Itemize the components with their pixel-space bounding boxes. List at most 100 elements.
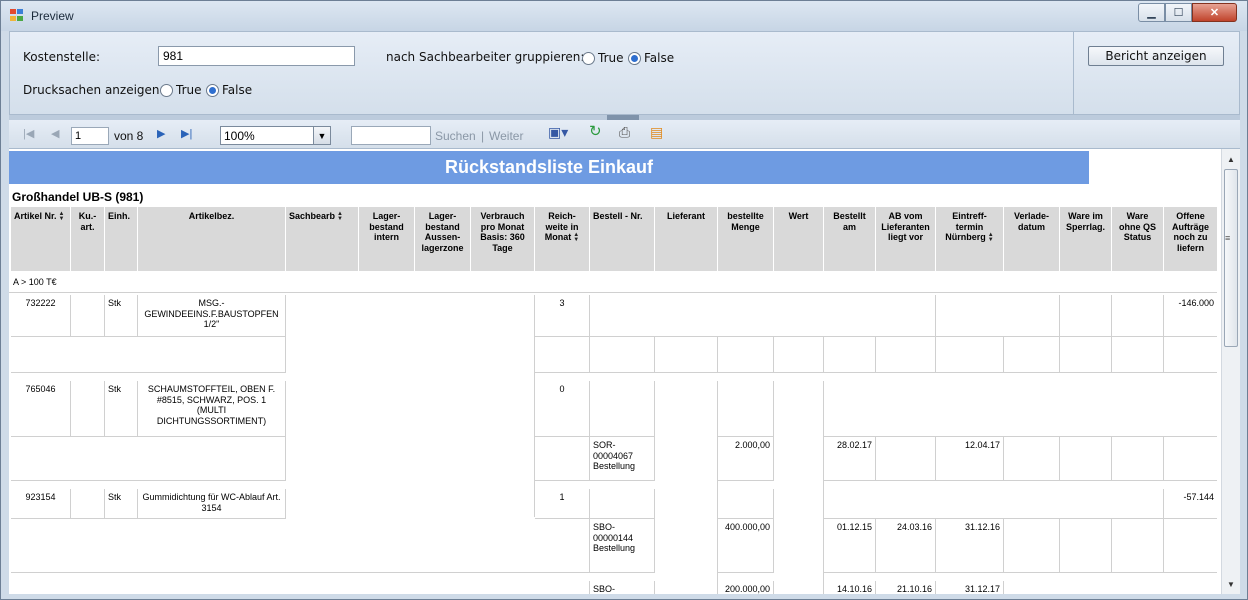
search-link[interactable]: Suchen xyxy=(435,129,476,143)
column-header-lieferant: Lieferant xyxy=(655,207,718,271)
next-match-link[interactable]: Weiter xyxy=(489,129,523,143)
maximize-button[interactable]: ☐ xyxy=(1165,3,1192,22)
zoom-select[interactable]: 100% ▼ xyxy=(220,126,331,145)
table-cell xyxy=(1004,437,1060,481)
column-header-ware-qs: Ware ohne QS Status xyxy=(1112,207,1164,271)
table-cell xyxy=(936,295,1060,337)
report-toolbar: |◀ ◀ von 8 ▶ ▶| 100%▼ Suchen | Weiter ▣▾… xyxy=(9,120,1240,149)
table-cell xyxy=(535,437,590,481)
radio-checked-icon xyxy=(206,83,219,97)
table-cell xyxy=(718,337,774,373)
drucksachen-false-radio[interactable]: False xyxy=(206,83,252,97)
table-cell xyxy=(1060,519,1112,573)
eintreff-date-cell: 31.12.17 xyxy=(936,581,1004,594)
scrollbar-thumb[interactable] xyxy=(1224,169,1238,347)
page-number-input[interactable] xyxy=(71,127,109,145)
maximize-icon: ☐ xyxy=(1173,7,1184,19)
table-cell xyxy=(590,489,655,519)
table-cell xyxy=(718,381,774,437)
order-menge-cell: 200.000,00 xyxy=(718,581,774,594)
table-cell xyxy=(1004,519,1060,573)
export-icon[interactable]: ▣▾ xyxy=(548,125,568,139)
order-nr-cell: SBO- xyxy=(590,581,655,594)
column-header-reichweite[interactable]: Reich- weite in Monat ▲ ▼ xyxy=(535,207,590,271)
table-cell xyxy=(11,437,286,481)
article-nr-cell: 765046 xyxy=(11,381,71,437)
article-desc-cell: SCHAUMSTOFFTEIL, OBEN F. #8515, SCHWARZ,… xyxy=(138,381,286,437)
table-cell xyxy=(1060,295,1112,337)
minimize-button[interactable]: ▁ xyxy=(1138,3,1165,22)
table-cell xyxy=(655,337,718,373)
search-input[interactable] xyxy=(351,126,431,145)
next-page-icon[interactable]: ▶ xyxy=(157,127,165,141)
table-cell xyxy=(655,381,718,594)
table-cell xyxy=(1060,437,1112,481)
table-cell xyxy=(286,295,535,517)
scroll-down-icon[interactable]: ▼ xyxy=(1222,576,1240,592)
article-desc-cell: MSG.- GEWINDEEINS.F.BAUSTOPFEN 1/2" xyxy=(138,295,286,337)
order-date-cell: 28.02.17 xyxy=(824,437,876,481)
page-count-label: von 8 xyxy=(114,129,144,143)
report-canvas: Rückstandsliste Einkauf Großhandel UB-S … xyxy=(9,149,1221,594)
gruppieren-true-radio[interactable]: True xyxy=(582,51,624,65)
chevron-down-icon[interactable]: ▼ xyxy=(313,127,330,144)
close-icon: ✕ xyxy=(1209,7,1220,19)
last-page-icon[interactable]: ▶| xyxy=(181,127,192,141)
minimize-icon: ▁ xyxy=(1147,7,1156,19)
radio-checked-icon xyxy=(628,51,641,65)
table-cell xyxy=(535,337,590,373)
table-cell xyxy=(824,381,1217,437)
table-cell xyxy=(1112,295,1164,337)
scroll-grip-icon: ≡ xyxy=(1225,233,1231,243)
column-header-lager-intern: Lager- bestand intern xyxy=(359,207,415,271)
column-header-verlade: Verlade- datum xyxy=(1004,207,1060,271)
show-report-button[interactable]: Bericht anzeigen xyxy=(1088,46,1224,66)
column-header-artikelbez: Artikelbez. xyxy=(138,207,286,271)
radio-icon xyxy=(582,51,595,65)
gruppieren-label: nach Sachbearbeiter gruppieren: xyxy=(386,50,585,64)
ab-date-cell: 24.03.16 xyxy=(876,519,936,573)
column-header-lager-aussen: Lager- bestand Aussen- lagerzone xyxy=(415,207,471,271)
close-button[interactable]: ✕ xyxy=(1192,3,1237,22)
table-cell xyxy=(774,337,824,373)
scroll-up-icon[interactable]: ▲ xyxy=(1222,151,1240,167)
column-header-bestell-nr: Bestell - Nr. xyxy=(590,207,655,271)
table-cell xyxy=(590,381,655,437)
column-header-sachbearb[interactable]: Sachbearb ▲ ▼ xyxy=(286,207,359,271)
gruppieren-false-radio[interactable]: False xyxy=(628,51,674,65)
order-nr-cell: SOR- 00004067 Bestellung xyxy=(590,437,655,481)
table-cell xyxy=(876,337,936,373)
title-bar[interactable]: Preview ▁ ☐ ✕ xyxy=(1,1,1247,31)
app-icon xyxy=(10,9,24,22)
order-date-cell: 01.12.15 xyxy=(824,519,876,573)
table-cell xyxy=(824,489,1164,519)
print-icon[interactable]: ⎙ xyxy=(619,125,630,139)
vertical-scrollbar[interactable]: ▲ ≡ ▼ xyxy=(1221,149,1240,594)
sort-icon[interactable]: ▲ ▼ xyxy=(59,211,65,222)
table-cell xyxy=(1004,581,1217,594)
drucksachen-true-radio[interactable]: True xyxy=(160,83,202,97)
kostenstelle-input[interactable] xyxy=(158,46,355,66)
first-page-icon[interactable]: |◀ xyxy=(23,127,34,141)
table-cell xyxy=(590,295,936,337)
parameter-panel: Kostenstelle: nach Sachbearbeiter gruppi… xyxy=(9,31,1240,115)
offene-cell: -146.000 xyxy=(1164,295,1217,337)
column-header-eintreff[interactable]: Eintreff- termin Nürnberg ▲ ▼ xyxy=(936,207,1004,271)
ab-date-cell: 21.10.16 xyxy=(876,581,936,594)
panel-divider xyxy=(1073,32,1074,114)
preview-window: Preview ▁ ☐ ✕ Kostenstelle: nach Sachbea… xyxy=(0,0,1248,600)
article-nr-cell: 923154 xyxy=(11,489,71,519)
table-cell xyxy=(936,337,1004,373)
sort-icon[interactable]: ▲ ▼ xyxy=(988,232,994,243)
ab-date-cell xyxy=(876,437,936,481)
previous-page-icon[interactable]: ◀ xyxy=(51,127,59,141)
toolbar-separator: | xyxy=(481,129,485,143)
sort-icon[interactable]: ▲ ▼ xyxy=(337,211,343,222)
page-setup-icon[interactable]: ▤ xyxy=(650,125,663,139)
sort-icon[interactable]: ▲ ▼ xyxy=(573,232,579,243)
refresh-icon[interactable]: ↻ xyxy=(589,124,602,139)
article-desc-cell: Gummidichtung für WC-Ablauf Art. 3154 xyxy=(138,489,286,519)
column-header-artikel[interactable]: Artikel Nr. ▲ ▼ xyxy=(11,207,71,271)
category-row: A > 100 T€ xyxy=(9,273,1217,293)
table-cell xyxy=(1112,437,1164,481)
